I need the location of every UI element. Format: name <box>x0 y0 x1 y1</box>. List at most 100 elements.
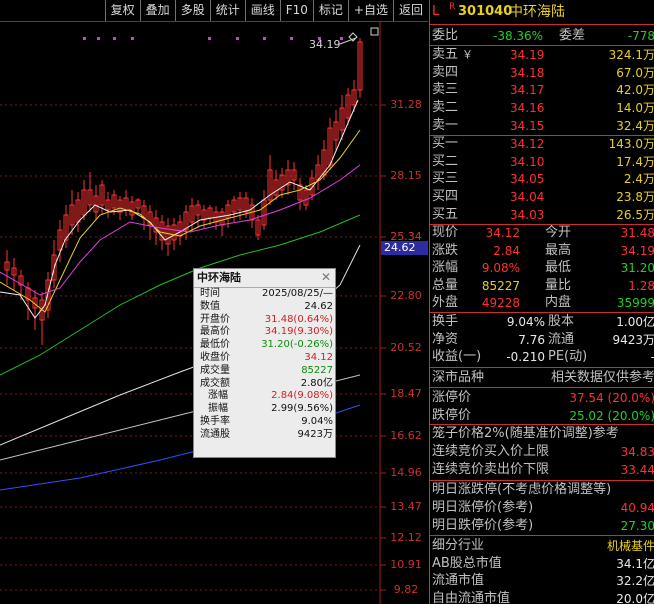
price-axis-label: 20.52 <box>390 341 422 354</box>
stats-value: 9.04% <box>506 315 545 329</box>
cage-value: 33.44 <box>620 463 654 477</box>
market-label: 深市品种 <box>432 370 485 385</box>
tooltip-row: 成交量 85227 <box>194 365 335 378</box>
tooltip-key: 时间 <box>200 288 220 299</box>
bid-row: 买四 34.04 23.8万 <box>430 188 654 206</box>
info-label: 细分行业 <box>432 538 485 553</box>
ask-volume: 42.0万 <box>616 83 654 98</box>
quote-label: 现价 <box>432 225 459 240</box>
info-row: 自由流通市值 20.0亿 <box>430 590 654 604</box>
tomorrow-row-2: 明日跌停价(参考) 27.30 <box>430 517 654 535</box>
event-marker <box>263 37 266 40</box>
info-row: 流通市值 32.2亿 <box>430 572 654 590</box>
tooltip-key: 换手率 <box>200 415 230 427</box>
quote-label: 量比 <box>545 277 572 293</box>
quote-label: 涨幅 <box>432 260 459 276</box>
ask-volume: 67.0万 <box>616 65 654 80</box>
toolbar-button-1[interactable]: 叠加 <box>139 0 175 21</box>
cage-row-2: 连续竞价卖出价下限 33.44 <box>430 461 654 479</box>
cage-value: 34.83 <box>620 445 654 459</box>
stats-label: 股本 <box>548 314 575 329</box>
price-axis-label: 9.82 <box>393 583 419 596</box>
kline-chart-area[interactable]: 复权 叠加 多股 统计 画线 F10 标记 +自选 返回 31.28 28.15 25.34 22.8… <box>0 0 428 604</box>
price-axis-label: 16.62 <box>390 429 422 442</box>
toolbar-button-2[interactable]: 多股 <box>174 0 210 21</box>
toolbar-button-5[interactable]: F10 <box>279 0 313 21</box>
quote-value: 1.28 <box>628 278 654 293</box>
tooltip-value: 2.99(9.56%) <box>271 403 333 415</box>
quote-value: 35999 <box>616 296 654 311</box>
panel-divider <box>430 367 654 368</box>
bid-volume: 143.0万 <box>608 137 654 151</box>
ask-row: 卖二 34.16 14.0万 <box>430 99 654 117</box>
ask-row: 卖五 ￥ 34.19 324.1万 <box>430 46 654 64</box>
weibi-value: -38.36% <box>493 29 544 43</box>
bid-label: 买四 <box>432 189 459 205</box>
ask-price: 34.18 <box>510 65 545 80</box>
ask-row: 卖一 34.15 32.4万 <box>430 117 654 135</box>
stats-value: 7.76 <box>518 332 545 347</box>
stats-label: 流通 <box>548 331 575 347</box>
info-value: 32.2亿 <box>616 574 654 589</box>
ask-label: 卖一 <box>432 117 459 133</box>
tooltip-value: 9423万 <box>297 428 333 440</box>
tooltip-row: 收盘价 34.12 <box>194 352 335 365</box>
close-icon[interactable]: ✕ <box>321 270 331 284</box>
tooltip-key: 开盘价 <box>200 313 230 325</box>
quote-value: 9.08% <box>481 261 520 276</box>
tooltip-key: 收盘价 <box>200 351 230 363</box>
price-axis-label: 28.15 <box>390 169 422 182</box>
ask-price: 34.19 <box>510 48 545 62</box>
ask-volume: 32.4万 <box>616 118 654 133</box>
tooltip-key: 流通股 <box>200 428 230 440</box>
tooltip-row: 振幅 2.99(9.56%) <box>194 403 335 416</box>
bid-volume: 2.4万 <box>623 172 654 187</box>
stats-row: 换手 9.04% 股本 1.00亿 <box>430 313 654 331</box>
ask-row: 卖四 34.18 67.0万 <box>430 64 654 82</box>
info-label: 流通市值 <box>432 573 485 589</box>
r-mark: R <box>449 2 456 12</box>
event-marker <box>83 37 86 40</box>
tooltip-row: 开盘价 31.48(0.64%) <box>194 314 335 327</box>
toolbar-button-6[interactable]: 标记 <box>312 0 348 21</box>
event-marker <box>208 37 211 40</box>
tooltip-key: 涨幅 <box>208 390 228 402</box>
info-value: 34.1亿 <box>616 556 654 571</box>
quote-label: 最高 <box>545 242 572 258</box>
tooltip-value: 85227 <box>301 364 333 376</box>
quote-value: 34.12 <box>485 226 520 240</box>
bid-row: 买一 34.12 143.0万 <box>430 135 654 153</box>
ask-label: 卖二 <box>432 100 459 116</box>
event-marker <box>131 37 134 40</box>
bid-row: 买五 34.03 26.5万 <box>430 206 654 224</box>
tomorrow-row-1: 明日涨停价(参考) 40.94 <box>430 499 654 517</box>
quote-label: 最低 <box>545 260 572 276</box>
tooltip-row: 时间 2025/08/25/— <box>194 288 335 301</box>
weidiff-value: -778 <box>627 29 654 43</box>
tooltip-title: 中环海陆 <box>194 269 335 288</box>
toolbar-button-8[interactable]: 返回 <box>392 0 428 21</box>
toolbar-button-7[interactable]: +自选 <box>347 0 393 21</box>
tomorrow-value: 27.30 <box>620 519 654 533</box>
quote-row: 外盘 49228 内盘 35999 <box>430 294 654 312</box>
cage-title: 笼子价格2%(随基准价调整)参考 <box>432 426 619 441</box>
tooltip-value: 2025/08/25/— <box>261 288 333 299</box>
toolbar-button-0[interactable]: 复权 <box>104 0 140 21</box>
price-axis-label: 22.80 <box>390 289 422 302</box>
stats-label: 净资 <box>432 331 459 347</box>
limit-row: 涨停价 37.54 (20.0%) <box>430 389 654 407</box>
ask-label: 卖三 <box>432 82 459 98</box>
toolbar-button-3[interactable]: 统计 <box>209 0 245 21</box>
price-axis-label: 31.28 <box>390 98 422 111</box>
stats-row: 收益(一) -0.210PE(动) - <box>430 348 654 366</box>
info-label: AB股总市值 <box>432 555 502 571</box>
info-value: 20.0亿 <box>616 591 654 604</box>
cage-label: 连续竞价买入价上限 <box>432 444 550 459</box>
tooltip-value: 2.84(9.08%) <box>271 390 333 402</box>
toolbar-button-4[interactable]: 画线 <box>244 0 280 21</box>
stats-value: 9423万 <box>612 332 654 347</box>
stock-title-row: L R 301040 中环海陆 <box>430 2 654 24</box>
panel-divider <box>430 535 654 536</box>
quote-value: 31.20 <box>620 261 654 276</box>
stats-row: 净资 7.76 流通 9423万 <box>430 331 654 349</box>
